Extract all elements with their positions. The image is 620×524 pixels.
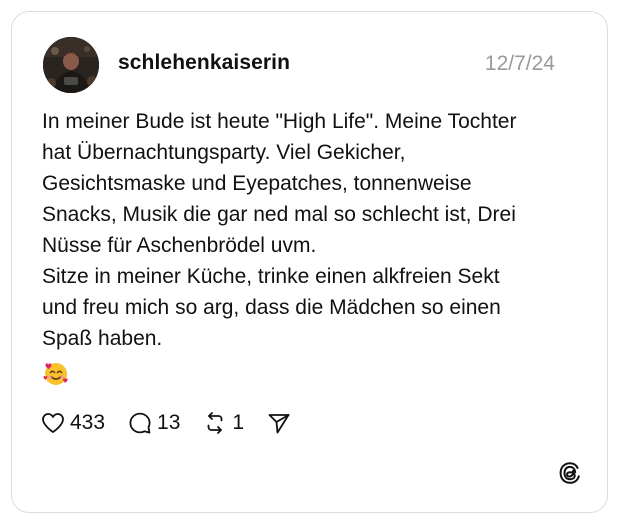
- post-text: In meiner Bude ist heute "High Life". Me…: [42, 106, 582, 354]
- post-card: schlehenkaiserin 12/7/24 In meiner Bude …: [11, 11, 608, 513]
- post-text-line: und freu mich so arg, dass die Mädchen s…: [42, 296, 501, 319]
- post-text-line: In meiner Bude ist heute "High Life". Me…: [42, 110, 517, 133]
- avatar-image: [43, 37, 99, 93]
- like-count: 433: [70, 411, 106, 434]
- repost-count: 1: [232, 411, 245, 434]
- send-icon: [268, 414, 290, 434]
- share-button[interactable]: [266, 410, 292, 436]
- repost-icon: [208, 412, 223, 434]
- post-text-line: Sitze in meiner Küche, trinke einen alkf…: [42, 265, 500, 288]
- like-button[interactable]: 433: [40, 410, 105, 436]
- post-text-line: Spaß haben.: [42, 327, 163, 350]
- post-text-line: hat Übernachtungsparty. Viel Gekicher,: [42, 141, 406, 164]
- post-text-line: Nüsse für Aschenbrödel uvm.: [42, 234, 317, 257]
- post-date: 12/7/24: [484, 52, 555, 75]
- username[interactable]: schlehenkaiserin: [118, 51, 290, 75]
- reply-count: 13: [157, 411, 181, 434]
- repost-button[interactable]: 1: [202, 410, 244, 436]
- post-text-line: Snacks, Musik die gar ned mal so schlech…: [42, 203, 516, 226]
- heart-icon: [42, 413, 64, 433]
- threads-logo-icon[interactable]: [557, 460, 583, 486]
- smiling-face-with-hearts-icon: [43, 363, 68, 385]
- avatar[interactable]: [43, 37, 99, 93]
- post-actions: 433 13 1: [40, 408, 314, 438]
- reply-button[interactable]: 13: [127, 410, 180, 436]
- post-text-line: Gesichtsmaske und Eyepatches, tonnenweis…: [42, 172, 472, 195]
- comment-bubble-icon: [129, 412, 151, 434]
